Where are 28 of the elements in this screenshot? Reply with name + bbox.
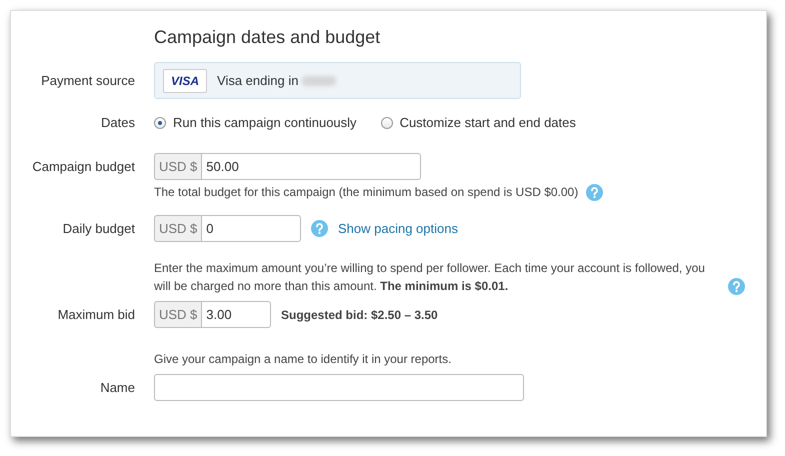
hint-text: Give your campaign a name to identify it in your reports. xyxy=(154,351,452,368)
help-icon[interactable] xyxy=(311,220,328,237)
radio-button[interactable] xyxy=(380,116,393,128)
amount-input[interactable]: 3.00 xyxy=(201,301,271,328)
suggested-bid-text: Suggested bid: $2.50 – 3.50 xyxy=(281,308,438,322)
section-title: Campaign dates and budget xyxy=(154,27,382,48)
radio-button[interactable] xyxy=(154,116,166,128)
field-label: Payment source xyxy=(40,73,135,88)
currency-addon: USD $ xyxy=(154,301,202,328)
help-icon[interactable] xyxy=(728,278,745,295)
radio-label[interactable]: Run this campaign continuously xyxy=(173,115,357,130)
pacing-link[interactable]: Show pacing options xyxy=(338,221,458,236)
hint-text: The total budget for this campaign (the minimum based on spend is USD $0.00) xyxy=(154,184,578,201)
amount-input[interactable]: 0 xyxy=(201,215,301,242)
name-input[interactable] xyxy=(154,374,524,401)
field-label: Dates xyxy=(100,115,135,130)
help-icon[interactable] xyxy=(586,184,604,200)
currency-addon: USD $ xyxy=(154,215,202,242)
field-label: Daily budget xyxy=(62,221,135,236)
field-label: Campaign budget xyxy=(31,159,135,174)
bid-description: Enter the maximum amount you’re willing to spend per follower. Each time your account is followed, you will be charged no more than this amount. The minimum is $0.01. xyxy=(154,260,706,295)
amount-input[interactable]: 50.00 xyxy=(201,153,421,180)
field-label: Maximum bid xyxy=(56,307,135,322)
payment-text: Visa ending in xyxy=(217,73,298,88)
radio-label[interactable]: Customize start and end dates xyxy=(400,115,576,130)
currency-addon: USD $ xyxy=(154,153,202,180)
field-label: Name xyxy=(99,380,135,395)
card-brand-logo: VISA xyxy=(163,68,208,92)
